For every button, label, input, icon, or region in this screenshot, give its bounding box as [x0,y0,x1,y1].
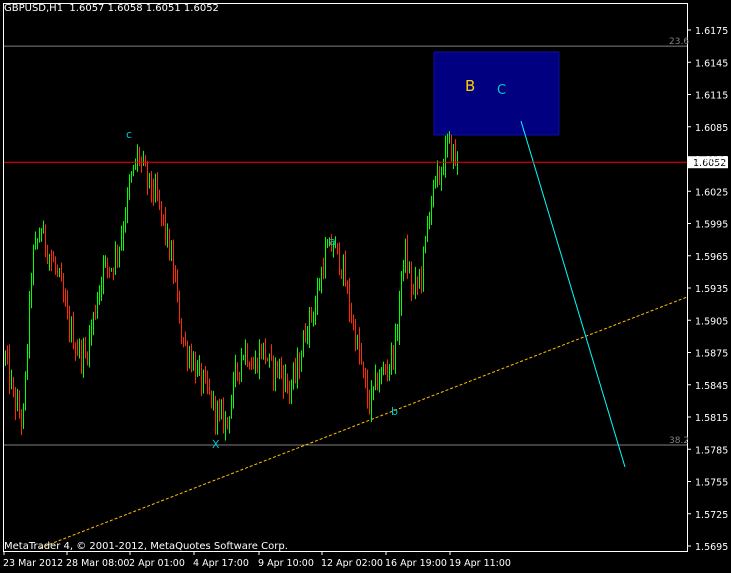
x-tick-label: 4 Apr 17:00 [193,558,249,569]
symbol-header: GBPUSD,H1 1.6057 1.6058 1.6051 1.6052 [4,3,219,14]
wave-label-b: b [391,405,398,418]
y-tick-label: 1.6055 [695,155,728,166]
x-tick-label: 12 Apr 02:00 [321,558,383,569]
x-tick-label: 19 Apr 11:00 [449,558,511,569]
y-tick-label: 1.5935 [695,284,728,295]
y-tick-label: 1.5965 [695,252,728,263]
x-tick-label: 28 Mar 08:00 [66,558,129,569]
y-tick-label: 1.5695 [695,542,728,553]
y-tick-label: 1.5995 [695,220,728,231]
wave-label-C: C [497,83,506,98]
wave-label-B: B [465,77,475,95]
fib-level-label: 23.6 [669,37,689,47]
fib-level-label: 38.2 [669,436,689,446]
y-tick-label: 1.6115 [695,91,728,102]
x-tick-label: 16 Apr 19:00 [385,558,447,569]
x-tick-label: 2 Apr 01:00 [129,558,185,569]
y-tick-label: 1.5785 [695,445,728,456]
y-tick-label: 1.5875 [695,349,728,360]
y-tick-label: 1.6145 [695,58,728,69]
y-tick-label: 1.6025 [695,187,728,198]
y-tick-label: 1.6085 [695,123,728,134]
x-tick-label: 23 Mar 2012 [3,558,63,569]
x-tick-label: 9 Apr 10:00 [258,558,314,569]
wave-label-c: c [126,128,132,141]
copyright-text: MetaTrader 4, © 2001-2012, MetaQuotes So… [4,541,288,552]
y-tick-label: 1.5755 [695,478,728,489]
y-tick-label: 1.5845 [695,381,728,392]
y-tick-label: 1.5905 [695,316,728,327]
y-tick-label: 1.6175 [695,26,728,37]
y-tick-label: 1.5815 [695,413,728,424]
price-chart[interactable]: 23.638.2 1.6052 1.61751.61451.61151.6085… [0,0,731,573]
wave-label-X: X [212,438,220,451]
y-tick-label: 1.5725 [695,510,728,521]
wave-label-a: a [329,235,336,248]
chart-area[interactable]: 23.6 38.2 1.6052 1.6175 1.6145 1.6115 1.6085… [0,0,731,573]
